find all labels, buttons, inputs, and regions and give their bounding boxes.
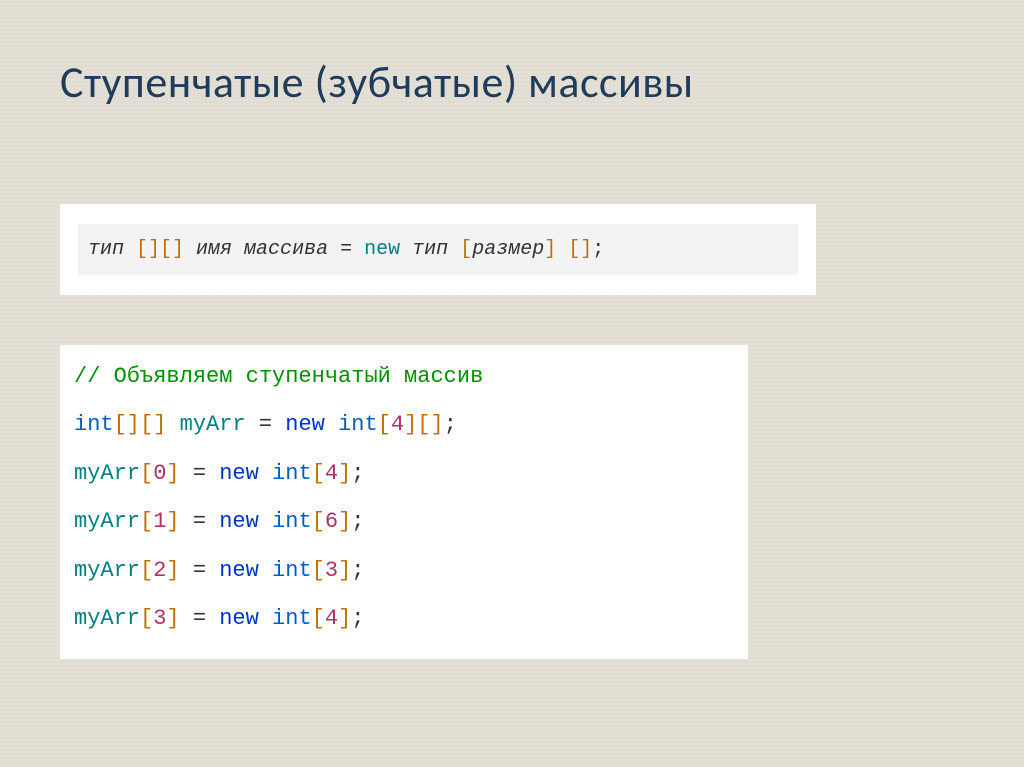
code-block: // Объявляем ступенчатый массив int[][] …: [74, 364, 483, 631]
identifier: myArr: [180, 412, 246, 437]
bracket-open-icon: [: [460, 238, 472, 261]
slide: Ступенчатые (зубчатые) массивы тип [][] …: [0, 0, 1024, 767]
syntax-type: тип: [88, 238, 124, 261]
new-keyword: new: [219, 558, 259, 583]
syntax-size: размер: [472, 238, 544, 261]
number-literal: 3: [153, 606, 166, 631]
number-literal: 3: [325, 558, 338, 583]
syntax-type2: тип: [412, 238, 448, 261]
syntax-template: тип [][] имя массива = new тип [размер] …: [78, 224, 798, 275]
page-title: Ступенчатые (зубчатые) массивы: [60, 55, 964, 109]
number-literal: 6: [325, 509, 338, 534]
type-keyword: int: [272, 606, 312, 631]
code-card: // Объявляем ступенчатый массив int[][] …: [60, 345, 748, 659]
type-keyword: int: [272, 509, 312, 534]
new-keyword: new: [219, 461, 259, 486]
type-keyword: int: [74, 412, 114, 437]
equals-sign: =: [340, 238, 364, 261]
number-literal: 0: [153, 461, 166, 486]
type-keyword: int: [272, 558, 312, 583]
semicolon: ;: [592, 238, 604, 261]
number-literal: 1: [153, 509, 166, 534]
identifier: myArr: [74, 558, 140, 583]
number-literal: 4: [391, 412, 404, 437]
identifier: myArr: [74, 606, 140, 631]
identifier: myArr: [74, 461, 140, 486]
syntax-card: тип [][] имя массива = new тип [размер] …: [60, 204, 816, 295]
new-keyword: new: [219, 606, 259, 631]
number-literal: 4: [325, 606, 338, 631]
bracket-icon: [][]: [136, 238, 196, 261]
bracket-close-icon: ]: [544, 238, 556, 261]
type-keyword: int: [272, 461, 312, 486]
new-keyword: new: [219, 509, 259, 534]
type-keyword: int: [338, 412, 378, 437]
syntax-name: имя массива: [196, 238, 328, 261]
number-literal: 2: [153, 558, 166, 583]
new-keyword: new: [364, 238, 400, 261]
number-literal: 4: [325, 461, 338, 486]
bracket-empty-icon: []: [568, 238, 592, 261]
new-keyword: new: [285, 412, 325, 437]
code-comment: // Объявляем ступенчатый массив: [74, 364, 483, 389]
identifier: myArr: [74, 509, 140, 534]
